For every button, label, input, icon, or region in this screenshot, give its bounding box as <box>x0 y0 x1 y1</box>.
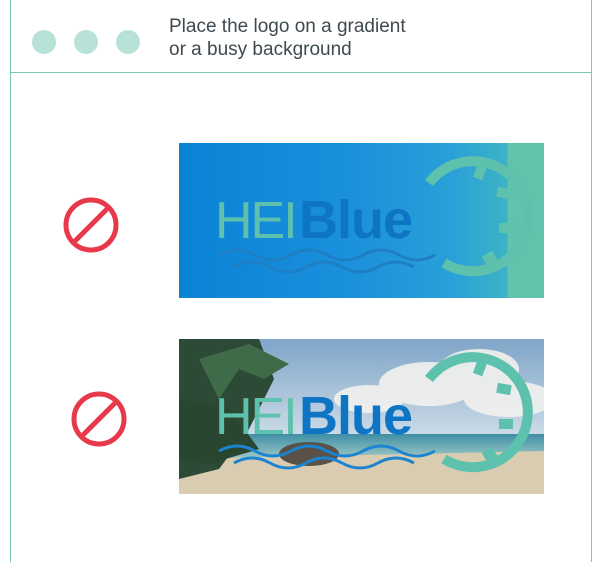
gradient-background <box>179 143 544 298</box>
beach-photo-background <box>179 339 544 494</box>
prohibited-icon <box>63 197 119 253</box>
busy-example-panel <box>179 339 544 494</box>
prohibited-icon <box>71 391 127 447</box>
window-dot-2 <box>74 30 98 54</box>
window-dot-1 <box>32 30 56 54</box>
page-title: Place the logo on a gradient or a busy b… <box>169 16 406 60</box>
window-dot-3 <box>116 30 140 54</box>
gradient-example-panel <box>179 143 544 298</box>
